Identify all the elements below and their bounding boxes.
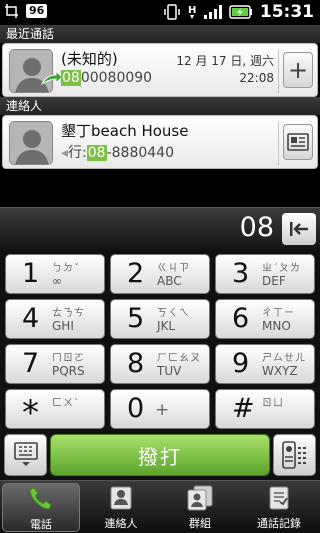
contacts-header: 連絡人 [0, 97, 320, 115]
tab-phone[interactable]: 電話 [2, 483, 80, 532]
avatar [9, 121, 53, 165]
divider [278, 121, 279, 165]
contact-card-icon [287, 133, 309, 151]
tab-call-history[interactable]: 通話記錄 [240, 483, 318, 532]
key-8[interactable]: 8 ㄏㄈㄠㄡ TUV [110, 344, 210, 384]
dial-button[interactable]: 撥打 [50, 434, 270, 476]
dialed-number: 08 [239, 212, 274, 243]
number-rest: -8880440 [106, 145, 174, 161]
tab-contacts-label: 連絡人 [104, 517, 138, 530]
key-4[interactable]: 4 ㄊㄋㄘ GHI [5, 299, 105, 339]
keypad: 1 ㄅㄉˇ ∞ 2 ㄍㄐㄗ ABC 3 ㄓˊㄆㄌ DEF 4 ㄊㄋㄘ GHI 5 ㄎㄑㄟ JKL 6… [0, 249, 320, 432]
svg-text:H: H [188, 5, 196, 16]
add-contact-button[interactable]: + [283, 52, 313, 88]
matched-digits: 08 [61, 70, 81, 86]
plus-icon: + [287, 56, 309, 84]
caller-name: (未知的) [61, 50, 118, 68]
number-rest: 00080090 [80, 70, 153, 86]
status-bar: 96 H 15:31 [0, 0, 320, 25]
key-7[interactable]: 7 ㄇㄖㄛ PQRS [5, 344, 105, 384]
signal-icon [203, 5, 222, 19]
key-6[interactable]: 6 ㄔㄒㄧ MNO [215, 299, 315, 339]
tab-phone-label: 電話 [30, 518, 52, 531]
divider [278, 49, 279, 93]
key-hash[interactable]: # ㄖㄩ [215, 389, 315, 429]
dialer-actions: 撥打 [0, 432, 320, 480]
call-time: 22:08 [239, 71, 274, 85]
call-date: 12 月 17 日, 週六 [176, 54, 274, 68]
phone-icon [29, 487, 52, 510]
tab-call-history-label: 通話記錄 [257, 517, 301, 530]
key-star[interactable]: * ㄈㄨˋ [5, 389, 105, 430]
hide-keypad-button[interactable] [4, 434, 47, 476]
tab-bar: 電話 連絡人 群組 通話記錄 [0, 480, 320, 533]
key-9[interactable]: 9 ㄕㄙㄝㄦ WXYZ [215, 344, 315, 384]
screenshot-icon [5, 4, 18, 18]
key-3[interactable]: 3 ㄓˊㄆㄌ DEF [215, 254, 315, 294]
keypad-icon [13, 442, 38, 466]
key-2[interactable]: 2 ㄍㄐㄗ ABC [110, 254, 210, 294]
tab-contacts[interactable]: 連絡人 [82, 483, 160, 532]
contact-keypad-icon [281, 441, 306, 469]
key-1[interactable]: 1 ㄅㄉˇ ∞ [5, 254, 105, 294]
contact-silhouette-icon [10, 122, 52, 164]
tab-groups-label: 群組 [189, 517, 211, 530]
contacts-icon [110, 486, 132, 510]
contact-name: 墾丁beach House [61, 122, 189, 140]
backspace-button[interactable] [282, 213, 316, 245]
recent-call-item[interactable]: (未知的) 0800080090 12 月 17 日, 週六 22:08 + [2, 43, 318, 97]
call-history-icon [269, 486, 289, 510]
backspace-icon [290, 222, 308, 236]
key-0[interactable]: 0 + [110, 389, 210, 429]
number-type: 行: [68, 145, 87, 161]
matched-digits: 08 [86, 145, 107, 161]
groups-icon [187, 485, 213, 511]
key-5[interactable]: 5 ㄎㄑㄟ JKL [110, 299, 210, 339]
notification-count-badge: 96 [26, 4, 48, 18]
contact-number: ◂行:08-8880440 [61, 145, 174, 161]
hspa-data-icon: H [188, 5, 196, 19]
voicemail-icon: ∞ [52, 274, 62, 288]
tab-groups[interactable]: 群組 [161, 483, 239, 532]
dialed-number-display: 08 [0, 207, 320, 249]
vibrate-icon [164, 4, 180, 20]
caller-number: 0800080090 [61, 70, 152, 86]
battery-icon [229, 5, 252, 19]
contacts-keypad-toggle-button[interactable] [273, 434, 316, 476]
incoming-call-arrow-icon [40, 69, 63, 86]
contact-card-button[interactable] [283, 124, 313, 160]
contact-item[interactable]: 墾丁beach House ◂行:08-8880440 [2, 115, 318, 169]
recent-calls-header: 最近通話 [0, 25, 320, 43]
clock: 15:31 [259, 2, 314, 22]
